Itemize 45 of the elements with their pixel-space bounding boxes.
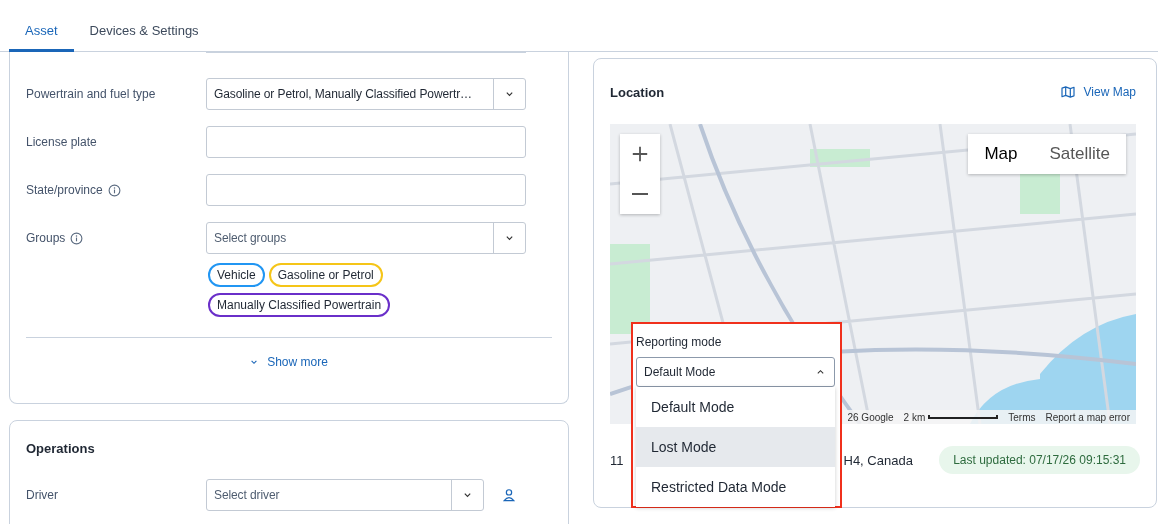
field-label: Groups xyxy=(26,231,66,245)
caret-icon xyxy=(463,492,472,498)
field-label: Powertrain and fuel type xyxy=(26,87,156,101)
group-tag: Gasoline or Petrol xyxy=(268,263,383,287)
report-link[interactable]: Report a map error xyxy=(1045,411,1130,423)
info-icon[interactable] xyxy=(107,183,121,197)
scale-bar xyxy=(928,415,999,419)
map-type-button[interactable]: Map xyxy=(968,134,1034,174)
caret-icon xyxy=(816,369,825,375)
section-title: Location xyxy=(610,84,665,100)
attribution-text: 26 Google xyxy=(847,411,894,423)
field-label: License plate xyxy=(26,135,97,149)
last-updated-badge: Last updated: 07/17/26 09:15:31 xyxy=(939,446,1140,474)
dropdown-option[interactable]: Restricted Data Mode xyxy=(636,467,835,507)
section-title: Operations xyxy=(26,441,96,456)
info-icon[interactable] xyxy=(70,231,84,245)
group-tag: Manually Classified Powertrain xyxy=(208,293,391,317)
zoom-in-button[interactable] xyxy=(620,134,660,174)
select-field[interactable]: Gasoline or Petrol, Manually Classified Powertr… xyxy=(206,78,526,110)
map-type-button[interactable]: Satellite xyxy=(1033,134,1126,174)
address-text: H4, Canada xyxy=(843,452,913,468)
minus-icon xyxy=(631,193,649,195)
field-label: Reporting mode xyxy=(635,334,723,351)
show-more-link[interactable]: Show more xyxy=(250,355,328,369)
select-field[interactable]: Select groups xyxy=(206,222,526,254)
dropdown-option[interactable]: Lost Mode xyxy=(636,427,835,467)
view-map-link[interactable]: View Map xyxy=(1060,85,1140,99)
input-field[interactable] xyxy=(206,174,526,206)
plus-icon xyxy=(631,145,649,163)
field-label: State/province xyxy=(26,183,103,197)
select-field[interactable]: Default Mode xyxy=(636,357,835,387)
address-text: 11 xyxy=(610,452,624,468)
tab[interactable]: Devices & Settings xyxy=(73,0,215,52)
caret-icon xyxy=(505,235,514,241)
group-tag: Vehicle xyxy=(208,263,265,287)
scale-label: 2 km xyxy=(903,411,926,423)
caret-icon xyxy=(505,91,514,97)
dropdown-option[interactable]: Default Mode xyxy=(636,387,835,427)
chevron-icon xyxy=(250,359,259,365)
terms-link[interactable]: Terms xyxy=(1008,411,1036,423)
person-icon[interactable] xyxy=(502,488,516,502)
map-icon xyxy=(1060,86,1075,98)
select-field[interactable]: Select driver xyxy=(206,479,484,511)
input-field[interactable] xyxy=(206,126,526,158)
field-label: Driver xyxy=(26,488,58,502)
